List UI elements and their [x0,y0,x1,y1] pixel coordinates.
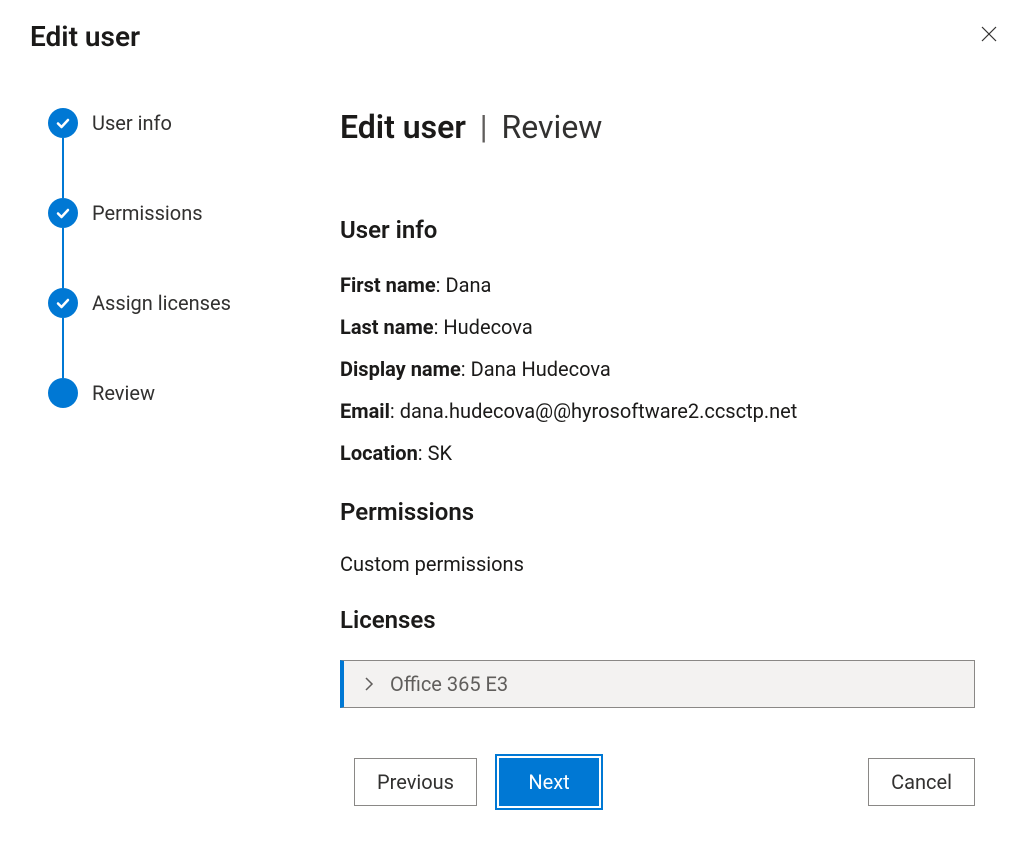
step-connector [62,318,64,378]
permissions-summary: Custom permissions [340,552,975,576]
step-complete-icon [48,198,78,228]
step-current-icon [48,378,78,408]
main-title: Edit user | Review [340,108,975,146]
cancel-button[interactable]: Cancel [868,758,975,806]
step-complete-icon [48,288,78,318]
step-permissions[interactable]: Permissions [48,198,320,228]
step-assign-licenses[interactable]: Assign licenses [48,288,320,318]
field-value: SK [428,441,452,465]
field-value: Hudecova [443,315,532,339]
step-label: Assign licenses [92,291,231,315]
field-label: Display name [340,357,461,381]
license-row[interactable]: Office 365 E3 [340,660,975,708]
field-label: Location [340,441,418,465]
field-email: Email: dana.hudecova@@hyrosoftware2.ccsc… [340,396,975,426]
section-heading-user-info: User info [340,216,975,244]
field-value: dana.hudecova@@hyrosoftware2.ccsctp.net [400,399,798,423]
panel-header: Edit user [30,20,1005,53]
check-icon [55,115,71,131]
panel-title: Edit user [30,20,140,53]
main-title-separator: | [480,108,488,146]
field-location: Location: SK [340,438,975,468]
main-title-primary: Edit user [340,108,466,146]
previous-button[interactable]: Previous [354,758,477,806]
section-heading-permissions: Permissions [340,498,975,526]
field-label: First name [340,273,436,297]
step-connector [62,228,64,288]
step-label: User info [92,111,172,135]
next-button[interactable]: Next [499,758,599,806]
main-content: Edit user | Review User info First name:… [320,108,1005,806]
close-button[interactable] [973,21,1005,53]
check-icon [55,295,71,311]
chevron-right-icon [358,677,380,691]
close-icon [981,26,997,42]
step-label: Review [92,381,155,405]
field-label: Last name [340,315,434,339]
check-icon [55,205,71,221]
step-user-info[interactable]: User info [48,108,320,138]
main-title-secondary: Review [502,108,603,146]
field-first-name: First name: Dana [340,270,975,300]
field-value: Dana Hudecova [471,357,611,381]
field-value: Dana [445,273,491,297]
edit-user-panel: Edit user User info [0,0,1035,847]
wizard-buttons: Previous Next Cancel [340,758,975,806]
wizard-stepper: User info Permissions Assign l [30,108,320,806]
step-review[interactable]: Review [48,378,320,408]
field-last-name: Last name: Hudecova [340,312,975,342]
step-complete-icon [48,108,78,138]
user-info-fields: First name: Dana Last name: Hudecova Dis… [340,270,975,468]
field-display-name: Display name: Dana Hudecova [340,354,975,384]
license-name: Office 365 E3 [390,672,508,696]
field-label: Email [340,399,390,423]
step-label: Permissions [92,201,203,225]
step-connector [62,138,64,198]
section-heading-licenses: Licenses [340,606,975,634]
